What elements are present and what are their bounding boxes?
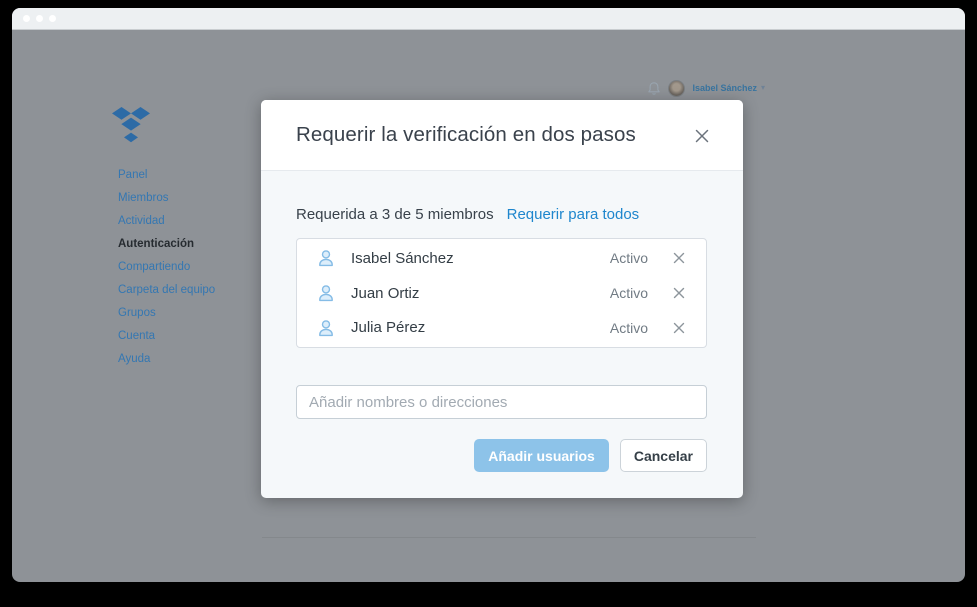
user-icon: [316, 283, 336, 303]
two-step-verification-dialog: Requerir la verificación en dos pasos Re…: [261, 100, 743, 498]
dialog-actions: Añadir usuarios Cancelar: [296, 439, 707, 472]
app-window: Panel Miembros Actividad Autenticación C…: [12, 8, 965, 582]
dialog-body: Requerida a 3 de 5 miembros Requerir par…: [261, 171, 743, 472]
member-row: Juan Ortiz Activo: [297, 276, 706, 311]
user-menu[interactable]: Isabel Sánchez ▾: [692, 83, 765, 93]
sidebar-item-actividad[interactable]: Actividad: [118, 215, 165, 227]
window-minimize-dot[interactable]: [36, 15, 43, 22]
dialog-title: Requerir la verificación en dos pasos: [296, 123, 636, 146]
close-button[interactable]: [691, 125, 713, 147]
remove-member-button[interactable]: [668, 247, 690, 269]
member-row: Julia Pérez Activo: [297, 310, 706, 345]
chevron-down-icon: ▾: [760, 83, 765, 92]
sidebar-item-compartiendo[interactable]: Compartiendo: [118, 261, 190, 273]
close-icon: [694, 128, 710, 144]
member-status: Activo: [609, 250, 648, 267]
member-name: Julia Pérez: [351, 319, 426, 337]
notifications-bell-icon[interactable]: [647, 81, 661, 96]
add-users-button[interactable]: Añadir usuarios: [474, 439, 609, 472]
member-list: Isabel Sánchez Activo Juan Ortiz Activo …: [296, 238, 707, 348]
sidebar-item-ayuda[interactable]: Ayuda: [118, 353, 150, 365]
dropbox-logo-icon[interactable]: [112, 107, 150, 148]
require-all-link[interactable]: Requerir para todos: [507, 206, 640, 223]
sidebar-item-grupos[interactable]: Grupos: [118, 307, 156, 319]
background-divider: [262, 537, 756, 538]
sidebar-item-carpeta-del-equipo[interactable]: Carpeta del equipo: [118, 284, 215, 296]
user-icon: [316, 318, 336, 338]
sidebar-item-cuenta[interactable]: Cuenta: [118, 330, 155, 342]
dialog-header: Requerir la verificación en dos pasos: [261, 100, 743, 171]
user-avatar[interactable]: [668, 79, 686, 97]
window-titlebar: [12, 8, 965, 30]
x-icon: [673, 252, 685, 264]
window-close-dot[interactable]: [23, 15, 30, 22]
sidebar-item-panel[interactable]: Panel: [118, 169, 147, 181]
add-members-input[interactable]: [296, 385, 707, 419]
member-status: Activo: [609, 319, 648, 336]
member-name: Isabel Sánchez: [351, 249, 454, 267]
remove-member-button[interactable]: [668, 317, 690, 339]
user-name: Isabel Sánchez: [692, 83, 757, 93]
sidebar-item-autenticacion[interactable]: Autenticación: [118, 238, 194, 250]
sidebar-nav: Panel Miembros Actividad Autenticación C…: [118, 162, 215, 369]
remove-member-button[interactable]: [668, 282, 690, 304]
x-icon: [673, 287, 685, 299]
window-maximize-dot[interactable]: [49, 15, 56, 22]
member-status: Activo: [609, 285, 648, 301]
members-summary-row: Requerida a 3 de 5 miembros Requerir par…: [296, 206, 707, 223]
member-row: Isabel Sánchez Activo: [297, 241, 706, 276]
user-icon: [316, 248, 336, 268]
cancel-button[interactable]: Cancelar: [619, 439, 707, 472]
member-name: Juan Ortiz: [351, 284, 420, 302]
members-summary: Requerida a 3 de 5 miembros: [296, 206, 494, 223]
sidebar-item-miembros[interactable]: Miembros: [118, 192, 168, 204]
x-icon: [673, 322, 685, 334]
